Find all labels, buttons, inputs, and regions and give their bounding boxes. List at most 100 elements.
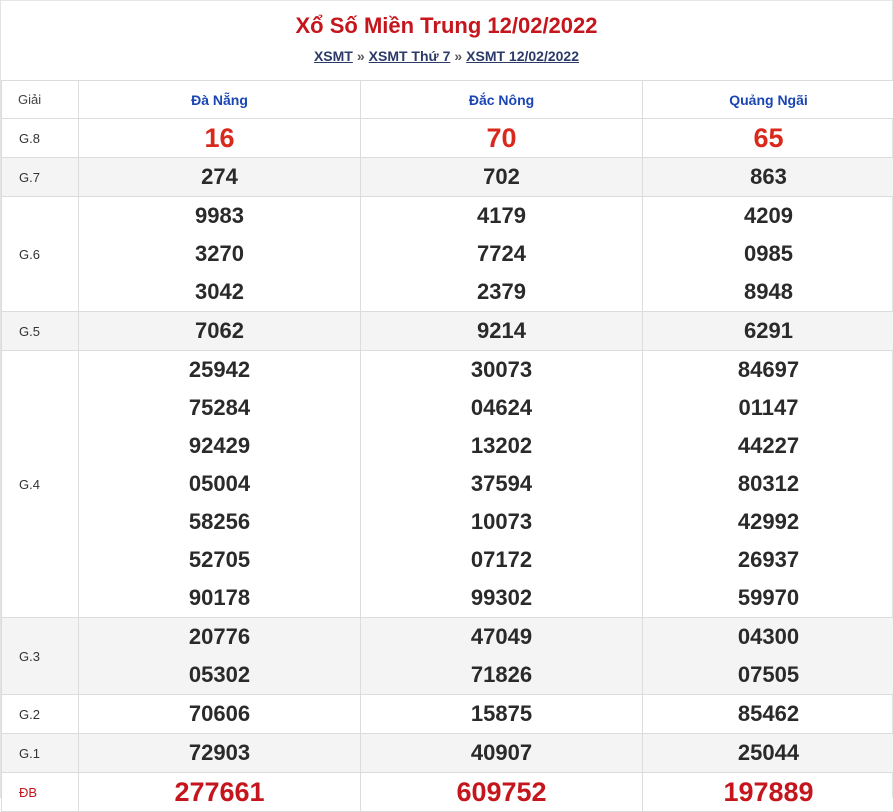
- prize-number: 58256: [79, 503, 360, 541]
- page-title: Xổ Số Miền Trung 12/02/2022: [1, 11, 892, 41]
- prize-number: 7724: [361, 235, 642, 273]
- prize-cell: 6291: [643, 312, 893, 351]
- prize-label: G.3: [2, 618, 79, 695]
- prize-number: 702: [361, 158, 642, 196]
- prize-cell: 417977242379: [361, 197, 643, 312]
- prize-cell: 609752: [361, 773, 643, 812]
- prize-number: 15875: [361, 695, 642, 733]
- prize-column-header: Giải: [2, 81, 79, 119]
- prize-number: 85462: [643, 695, 893, 733]
- prize-number: 92429: [79, 427, 360, 465]
- province-header[interactable]: Đắc Nông: [361, 81, 643, 119]
- prize-number: 04624: [361, 389, 642, 427]
- prize-label: G.6: [2, 197, 79, 312]
- prize-number: 6291: [643, 312, 893, 350]
- prize-label: ĐB: [2, 773, 79, 812]
- prize-number: 40907: [361, 734, 642, 772]
- prize-number: 277661: [79, 773, 360, 811]
- prize-number: 65: [643, 119, 893, 157]
- prize-row: ĐB277661609752197889: [2, 773, 893, 812]
- prize-number: 01147: [643, 389, 893, 427]
- prize-number: 197889: [643, 773, 893, 811]
- prize-number: 609752: [361, 773, 642, 811]
- results-header: Xổ Số Miền Trung 12/02/2022 XSMT»XSMT Th…: [1, 11, 892, 80]
- prize-number: 25044: [643, 734, 893, 772]
- prize-cell: 70606: [79, 695, 361, 734]
- prize-number: 16: [79, 119, 360, 157]
- province-header[interactable]: Đà Nẵng: [79, 81, 361, 119]
- prize-row: G.8167065: [2, 119, 893, 158]
- prize-number: 80312: [643, 465, 893, 503]
- prize-number: 9983: [79, 197, 360, 235]
- top-divider: [1, 0, 892, 7]
- prize-cell: 9214: [361, 312, 643, 351]
- breadcrumb-link-xsmt-thu-7[interactable]: XSMT Thứ 7: [369, 48, 451, 64]
- prize-cell: 277661: [79, 773, 361, 812]
- prize-number: 07505: [643, 656, 893, 694]
- prize-cell: 197889: [643, 773, 893, 812]
- prize-number: 8948: [643, 273, 893, 311]
- prize-number: 72903: [79, 734, 360, 772]
- prize-number: 13202: [361, 427, 642, 465]
- prize-number: 2379: [361, 273, 642, 311]
- prize-number: 70: [361, 119, 642, 157]
- prize-cell: 16: [79, 119, 361, 158]
- prize-cell: 25044: [643, 734, 893, 773]
- results-panel: Xổ Số Miền Trung 12/02/2022 XSMT»XSMT Th…: [0, 0, 893, 798]
- prize-number: 3270: [79, 235, 360, 273]
- prize-label: G.2: [2, 695, 79, 734]
- prize-number: 0985: [643, 235, 893, 273]
- prize-cell: 25942752849242905004582565270590178: [79, 351, 361, 618]
- prize-cell: 84697011474422780312429922693759970: [643, 351, 893, 618]
- prize-cell: 998332703042: [79, 197, 361, 312]
- prize-label: G.5: [2, 312, 79, 351]
- prize-cell: 420909858948: [643, 197, 893, 312]
- prize-number: 05302: [79, 656, 360, 694]
- prize-row: G.3207760530247049718260430007505: [2, 618, 893, 695]
- prize-number: 863: [643, 158, 893, 196]
- prize-cell: 702: [361, 158, 643, 197]
- prize-number: 47049: [361, 618, 642, 656]
- breadcrumb-link-xsmt[interactable]: XSMT: [314, 48, 353, 64]
- prize-label: G.4: [2, 351, 79, 618]
- prize-number: 52705: [79, 541, 360, 579]
- results-table: Giải Đà Nẵng Đắc Nông Quảng Ngãi G.81670…: [1, 80, 893, 812]
- prize-number: 274: [79, 158, 360, 196]
- breadcrumb-link-xsmt-date[interactable]: XSMT 12/02/2022: [466, 48, 579, 64]
- prize-number: 70606: [79, 695, 360, 733]
- prize-number: 99302: [361, 579, 642, 617]
- prize-number: 05004: [79, 465, 360, 503]
- prize-cell: 70: [361, 119, 643, 158]
- prize-row: G.2706061587585462: [2, 695, 893, 734]
- prize-number: 42992: [643, 503, 893, 541]
- prize-cell: 2077605302: [79, 618, 361, 695]
- prize-number: 59970: [643, 579, 893, 617]
- prize-row: G.5706292146291: [2, 312, 893, 351]
- prize-number: 30073: [361, 351, 642, 389]
- breadcrumb: XSMT»XSMT Thứ 7»XSMT 12/02/2022: [1, 47, 892, 65]
- prize-cell: 7062: [79, 312, 361, 351]
- prize-row: G.1729034090725044: [2, 734, 893, 773]
- prize-number: 04300: [643, 618, 893, 656]
- prize-number: 9214: [361, 312, 642, 350]
- prize-number: 75284: [79, 389, 360, 427]
- prize-number: 25942: [79, 351, 360, 389]
- prize-cell: 40907: [361, 734, 643, 773]
- prize-number: 37594: [361, 465, 642, 503]
- prize-cell: 85462: [643, 695, 893, 734]
- prize-cell: 72903: [79, 734, 361, 773]
- prize-number: 7062: [79, 312, 360, 350]
- province-header[interactable]: Quảng Ngãi: [643, 81, 893, 119]
- prize-cell: 65: [643, 119, 893, 158]
- prize-label: G.7: [2, 158, 79, 197]
- prize-cell: 15875: [361, 695, 643, 734]
- prize-number: 3042: [79, 273, 360, 311]
- prize-number: 10073: [361, 503, 642, 541]
- prize-cell: 0430007505: [643, 618, 893, 695]
- prize-number: 26937: [643, 541, 893, 579]
- prize-number: 84697: [643, 351, 893, 389]
- prize-cell: 4704971826: [361, 618, 643, 695]
- breadcrumb-separator: »: [357, 48, 365, 64]
- prize-number: 44227: [643, 427, 893, 465]
- prize-cell: 274: [79, 158, 361, 197]
